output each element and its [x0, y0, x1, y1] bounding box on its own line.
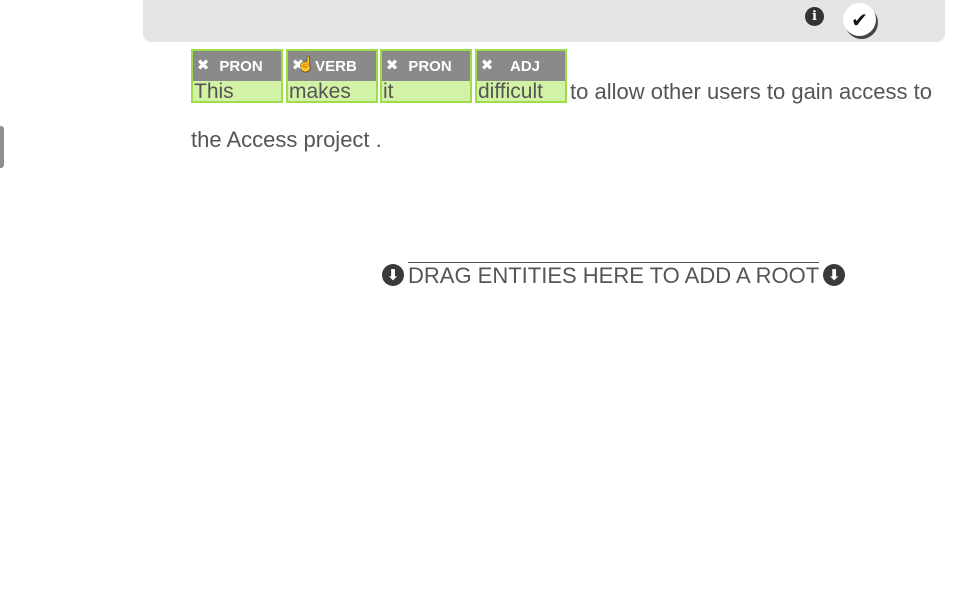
- token-word: difficult: [477, 81, 565, 102]
- token-word: makes: [288, 81, 376, 102]
- sentence-text: the Access project .: [191, 127, 382, 152]
- token-tag-bar: ✖ PRON: [382, 51, 470, 81]
- token-this[interactable]: ✖ PRON This: [191, 49, 283, 103]
- hand-cursor-icon: ☝: [297, 56, 315, 72]
- top-toolbar: [143, 0, 945, 42]
- info-icon[interactable]: i: [805, 7, 824, 26]
- confirm-button[interactable]: ✔: [843, 3, 876, 36]
- remove-icon[interactable]: ✖: [196, 56, 210, 74]
- token-word: it: [382, 81, 470, 102]
- remove-icon[interactable]: ✖: [385, 56, 399, 74]
- drop-zone-label: DRAG ENTITIES HERE TO ADD A ROOT: [408, 262, 820, 288]
- arrow-down-icon: ⬇: [382, 264, 404, 286]
- remove-icon[interactable]: ✖: [480, 56, 494, 74]
- arrow-down-icon: ⬇: [823, 264, 846, 286]
- token-tag-bar: ✖ ADJ: [477, 51, 565, 81]
- root-drop-zone[interactable]: ⬇ DRAG ENTITIES HERE TO ADD A ROOT ⬇: [382, 260, 846, 290]
- token-it[interactable]: ✖ PRON it: [380, 49, 472, 103]
- token-difficult[interactable]: ✖ ADJ difficult: [475, 49, 567, 103]
- sentence-text: to allow other users to gain access to: [570, 79, 932, 104]
- token-word: This: [193, 81, 281, 102]
- token-tag-bar: ✖ PRON: [193, 51, 281, 81]
- side-panel-tab[interactable]: [0, 126, 4, 168]
